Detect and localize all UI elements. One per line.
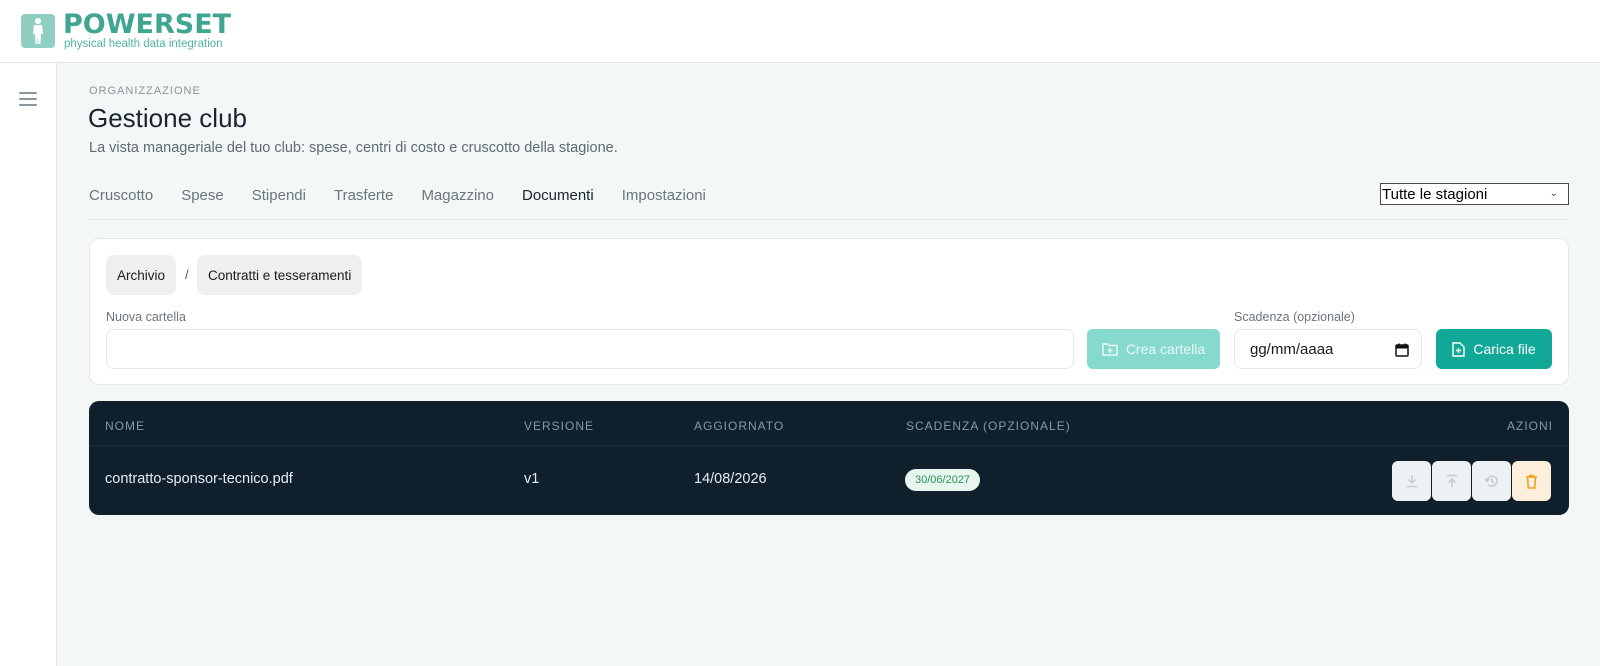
tab-magazzino[interactable]: Magazzino [421,186,494,210]
season-select-value: Tutte le stagioni [1382,185,1488,203]
breadcrumb-archivio[interactable]: Archivio [106,255,177,295]
top-bar: POWERSET physical health data integratio… [0,0,1600,63]
upload-new-version-icon [1446,474,1457,487]
upload-new-version-button[interactable] [1432,461,1471,501]
column-header-deadline: SCADENZA (OPZIONALE) [906,419,1071,433]
tab-impostazioni[interactable]: Impostazioni [622,186,706,210]
documents-table: NOME VERSIONE AGGIORNATO SCADENZA (OPZIO… [89,401,1569,515]
upload-file-label: Carica file [1473,341,1536,357]
create-folder-label: Crea cartella [1125,341,1206,357]
table-header-divider [89,445,1569,446]
tab-stipendi[interactable]: Stipendi [252,186,306,210]
page-title: Gestione club [88,103,247,133]
page-description: La vista manageriale del tuo club: spese… [89,140,618,156]
history-icon [1483,475,1498,487]
download-icon [1406,475,1417,488]
file-updated: 14/08/2026 [694,471,767,487]
brand-tagline: physical health data integration [64,38,223,50]
deadline-label: Scadenza (opzionale) [1234,310,1355,324]
column-header-version: VERSIONE [524,419,595,433]
date-placeholder: gg/mm/aaaa [1250,340,1334,358]
column-header-updated: AGGIORNATO [694,419,785,433]
delete-button[interactable] [1512,461,1551,501]
file-plus-icon [1452,341,1466,357]
history-button[interactable] [1472,461,1511,501]
hamburger-menu-icon[interactable] [17,87,41,111]
section-eyebrow: ORGANIZZAZIONE [89,85,201,97]
folder-plus-icon [1102,343,1118,356]
brand-name: POWERSET [63,9,232,40]
breadcrumb-current-folder[interactable]: Contratti e tesseramenti [197,255,363,295]
tab-spese[interactable]: Spese [181,186,224,210]
tab-documenti[interactable]: Documenti [522,186,594,210]
new-folder-label: Nuova cartella [106,310,186,324]
tabs-divider [89,219,1568,220]
season-select[interactable]: Tutte le stagioni ⌄ [1380,183,1569,205]
column-header-actions: AZIONI [1506,419,1553,433]
sidebar [0,63,57,666]
download-button[interactable] [1392,461,1431,501]
new-folder-input[interactable] [106,329,1074,369]
tab-trasferte[interactable]: Trasferte [334,186,393,210]
breadcrumb-separator: / [185,267,189,282]
trash-icon [1526,474,1537,489]
upload-file-button[interactable]: Carica file [1436,329,1552,369]
deadline-badge: 30/06/2027 [905,469,981,491]
file-version: v1 [524,471,540,487]
logo-icon [21,14,55,48]
calendar-icon[interactable] [1395,343,1409,357]
tab-bar: Cruscotto Spese Stipendi Trasferte Magaz… [89,186,734,210]
documents-toolbar-panel: Archivio / Contratti e tesseramenti Nuov… [89,238,1569,385]
file-name[interactable]: contratto-sponsor-tecnico.pdf [105,471,293,487]
column-header-name: NOME [105,419,145,433]
tab-cruscotto[interactable]: Cruscotto [89,186,153,210]
chevron-down-icon: ⌄ [1549,188,1558,199]
create-folder-button[interactable]: Crea cartella [1087,329,1220,369]
deadline-date-input[interactable]: gg/mm/aaaa [1234,329,1422,369]
